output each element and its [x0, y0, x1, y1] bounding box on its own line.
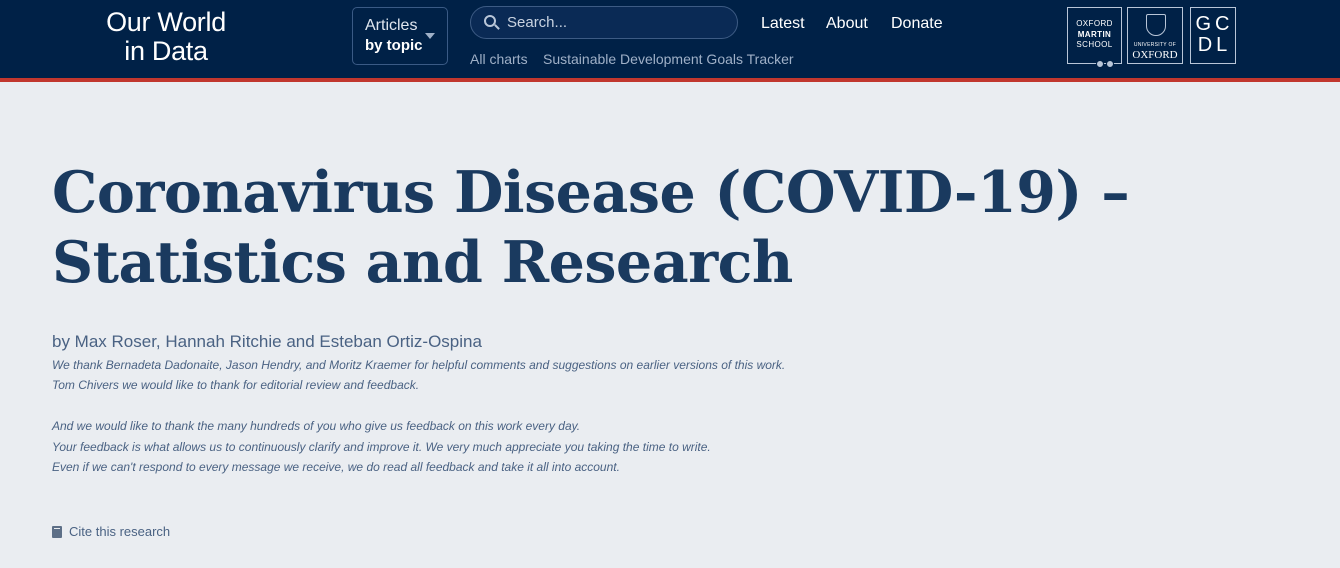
acknowledgement-line: Your feedback is what allows us to conti… [52, 440, 711, 454]
acknowledgement-line: Tom Chivers we would like to thank for e… [52, 378, 420, 392]
search-input[interactable] [501, 7, 737, 38]
acknowledgement-line: Even if we can't respond to every messag… [52, 460, 620, 474]
article-title: Coronavirus Disease (COVID-19) – Statist… [52, 159, 1130, 296]
logo-line-2: in Data [124, 36, 208, 66]
search-icon [483, 14, 501, 32]
gcdl-line-1: GC [1195, 13, 1234, 35]
logo-line-1: Our World [106, 7, 226, 37]
oxford-big-text: OXFORD [1132, 49, 1178, 61]
nav-latest[interactable]: Latest [761, 14, 805, 34]
book-icon [52, 525, 62, 538]
oms-line-2: MARTIN [1077, 29, 1112, 39]
gcdl-logo[interactable]: GC DL [1190, 7, 1236, 64]
by-topic-label: by topic [365, 37, 423, 54]
search-box[interactable] [470, 6, 738, 39]
acknowledgement-line: We thank Bernadeta Dadonaite, Jason Hend… [52, 358, 786, 372]
oxford-martin-school-logo[interactable]: OXFORD MARTIN SCHOOL [1067, 7, 1122, 68]
articles-by-topic-button[interactable]: Articles by topic [352, 7, 448, 65]
nav-donate[interactable]: Donate [891, 14, 943, 34]
oms-line-1: OXFORD [1076, 19, 1113, 28]
nav-about[interactable]: About [826, 14, 868, 34]
article-byline: by Max Roser, Hannah Ritchie and Esteban… [52, 332, 482, 351]
subnav-sdg-tracker[interactable]: Sustainable Development Goals Tracker [543, 50, 794, 68]
university-of-oxford-logo[interactable]: UNIVERSITY OF OXFORD [1127, 7, 1183, 64]
site-logo[interactable]: Our World in Data [96, 8, 236, 66]
oxford-small-text: UNIVERSITY OF [1133, 42, 1177, 48]
oxford-crest-icon [1146, 14, 1166, 36]
cite-label: Cite this research [69, 524, 171, 539]
oms-line-3: SCHOOL [1076, 40, 1113, 49]
acknowledgement-line: And we would like to thank the many hund… [52, 419, 581, 433]
gcdl-line-2: DL [1197, 34, 1232, 56]
chevron-down-icon [425, 33, 435, 39]
subnav-all-charts[interactable]: All charts [470, 50, 528, 68]
oms-dots-icon [1096, 60, 1114, 68]
cite-this-research-link[interactable]: Cite this research [52, 524, 170, 539]
header-accent-line [0, 78, 1340, 82]
